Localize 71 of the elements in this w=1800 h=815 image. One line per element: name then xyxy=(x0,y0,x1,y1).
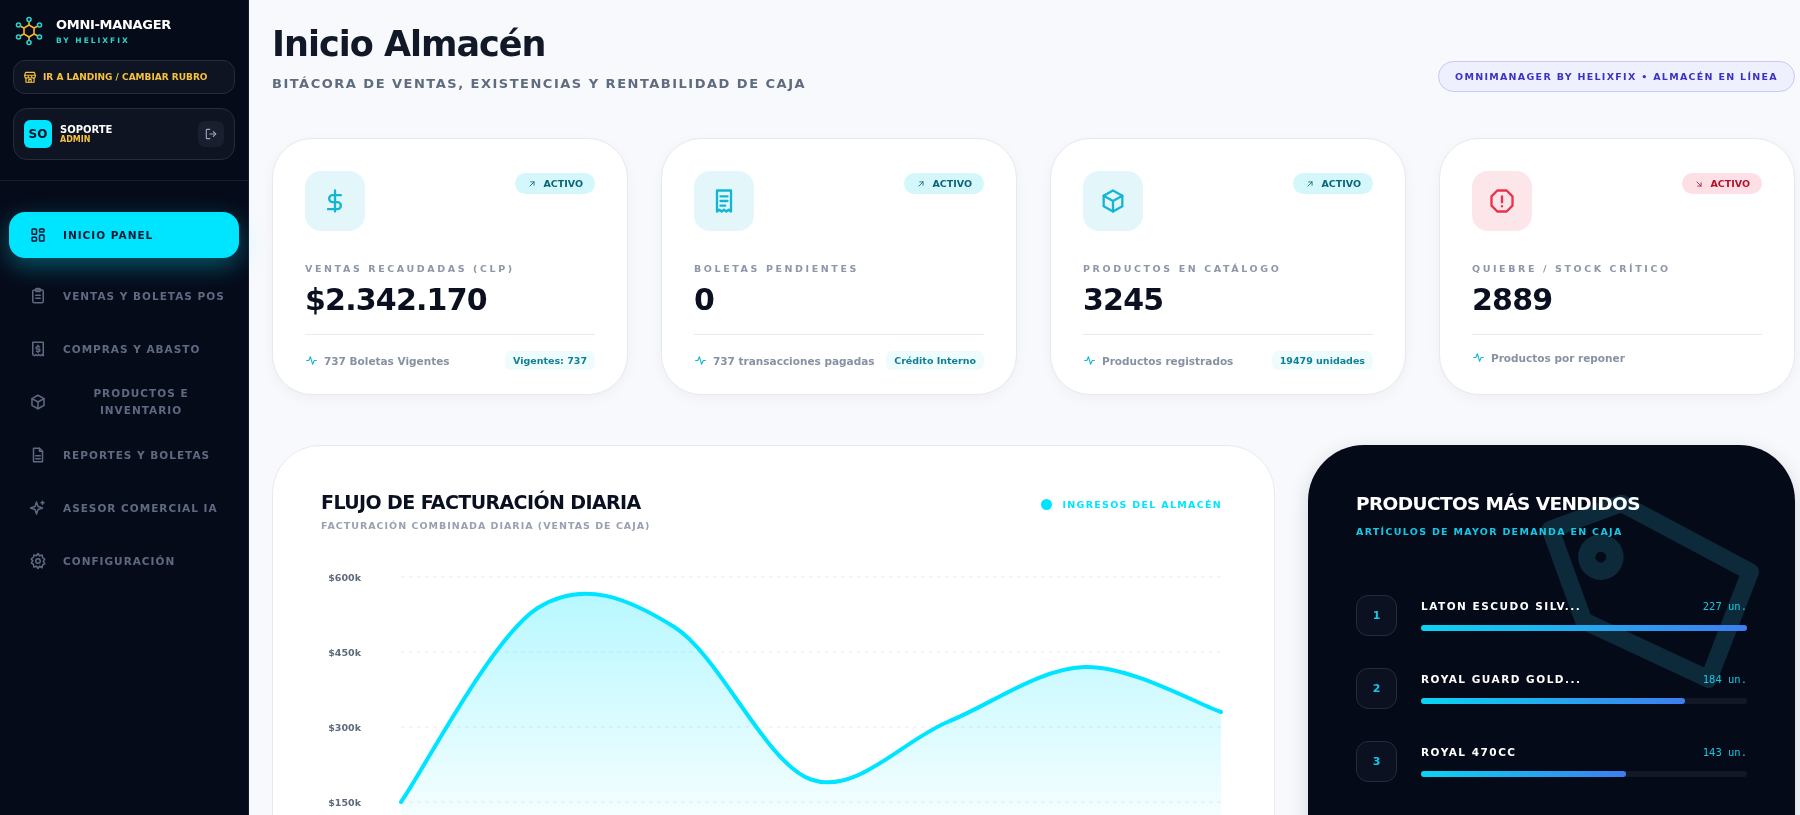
stat-value: $2.342.170 xyxy=(305,282,488,317)
product-count: 227 un. xyxy=(1702,600,1747,612)
clipboard-icon xyxy=(29,287,47,305)
product-name: ROYAL GUARD GOLD... xyxy=(1421,673,1582,685)
box-icon xyxy=(29,393,47,411)
logout-icon xyxy=(204,127,218,141)
stat-tag: Crédito Interno xyxy=(886,351,984,370)
pulse-icon xyxy=(1083,354,1096,367)
status-pill: ACTIVO xyxy=(1293,173,1373,194)
product-name: ROYAL 470CC xyxy=(1421,746,1517,758)
stat-footnote: Productos registrados xyxy=(1102,354,1234,367)
status-pill: ACTIVO xyxy=(904,173,984,194)
panel-subtitle: ARTÍCULOS DE MAYOR DEMANDA EN CAJA xyxy=(1356,526,1624,537)
logout-button[interactable] xyxy=(198,121,224,147)
status-pill: ACTIVO xyxy=(515,173,595,194)
avatar: SO xyxy=(24,120,52,148)
warning-octagon-icon xyxy=(1488,187,1516,215)
rank-badge: 1 xyxy=(1356,595,1397,636)
arrow-up-right-icon xyxy=(916,178,927,189)
product-count: 143 un. xyxy=(1702,746,1747,758)
axis-tick-label: $600k xyxy=(328,572,361,583)
store-icon xyxy=(23,70,37,84)
stat-label: QUIEBRE / STOCK CRÍTICO xyxy=(1472,263,1672,274)
axis-tick-label: $450k xyxy=(328,647,361,658)
chart-subtitle: FACTURACIÓN COMBINADA DIARIA (VENTAS DE CAJA) xyxy=(321,520,651,531)
page-subtitle: BITÁCORA DE VENTAS, EXISTENCIAS Y RENTABILIDAD DE CAJA xyxy=(272,76,807,91)
status-pill: ACTIVO xyxy=(1682,173,1762,194)
legend-label: INGRESOS DEL ALMACÉN xyxy=(1062,499,1222,510)
stat-footnote: Productos por reponer xyxy=(1491,351,1625,364)
stat-footnote: 737 transacciones pagadas xyxy=(713,354,875,367)
page-title: Inicio Almacén xyxy=(272,24,547,64)
stat-tag: 19479 unidades xyxy=(1271,351,1373,370)
arrow-up-right-icon xyxy=(527,178,538,189)
pulse-icon xyxy=(305,354,318,367)
nav-item[interactable]: ASESOR COMERCIAL IA xyxy=(9,485,239,531)
gear-icon xyxy=(29,552,47,570)
receipt-dollar-icon xyxy=(29,340,47,358)
nav-item[interactable]: VENTAS Y BOLETAS POS xyxy=(9,273,239,319)
axis-tick-label: $150k xyxy=(328,797,361,808)
pulse-icon xyxy=(694,354,707,367)
chart-title: FLUJO DE FACTURACIÓN DIARIA xyxy=(321,491,642,513)
stat-label: BOLETAS PENDIENTES xyxy=(694,263,860,274)
grid-icon xyxy=(29,226,47,244)
panel-title: PRODUCTOS MÁS VENDIDOS xyxy=(1356,493,1641,514)
landing-button[interactable]: IR A LANDING / CAMBIAR RUBRO xyxy=(13,60,235,94)
arrow-up-right-icon xyxy=(1305,178,1316,189)
product-count: 184 un. xyxy=(1702,673,1747,685)
rank-badge: 3 xyxy=(1356,741,1397,782)
stat-label: PRODUCTOS EN CATÁLOGO xyxy=(1083,263,1283,274)
status-badge: OMNIMANAGER BY HELIXFIX • ALMACÉN EN LÍNEA xyxy=(1438,61,1795,92)
brand-name: OMNI-MANAGER xyxy=(56,17,171,32)
rank-badge: 2 xyxy=(1356,668,1397,709)
product-name: LATON ESCUDO SILV... xyxy=(1421,600,1582,612)
stat-value: 3245 xyxy=(1083,282,1165,317)
stat-tag: Vigentes: 737 xyxy=(504,351,595,370)
nav-item[interactable]: REPORTES Y BOLETAS xyxy=(9,432,239,478)
stat-label: VENTAS RECAUDADAS (CLP) xyxy=(305,263,516,274)
nav-item[interactable]: COMPRAS Y ABASTO xyxy=(9,326,239,372)
user-role: ADMIN xyxy=(60,135,92,144)
hexagon-network-icon xyxy=(14,16,44,46)
nav-item[interactable]: INICIO PANEL xyxy=(9,212,239,258)
stat-value: 0 xyxy=(694,282,716,317)
sparkle-icon xyxy=(29,499,47,517)
stat-footnote: 737 Boletas Vigentes xyxy=(324,354,450,367)
nav-item[interactable]: CONFIGURACIÓN xyxy=(9,538,239,584)
user-name: SOPORTE xyxy=(60,124,114,135)
axis-tick-label: $300k xyxy=(328,722,361,733)
stat-value: 2889 xyxy=(1472,282,1554,317)
nav-item[interactable]: PRODUCTOS E INVENTARIO xyxy=(9,379,239,425)
arrow-down-right-icon xyxy=(1694,178,1705,189)
pulse-icon xyxy=(1472,351,1485,364)
